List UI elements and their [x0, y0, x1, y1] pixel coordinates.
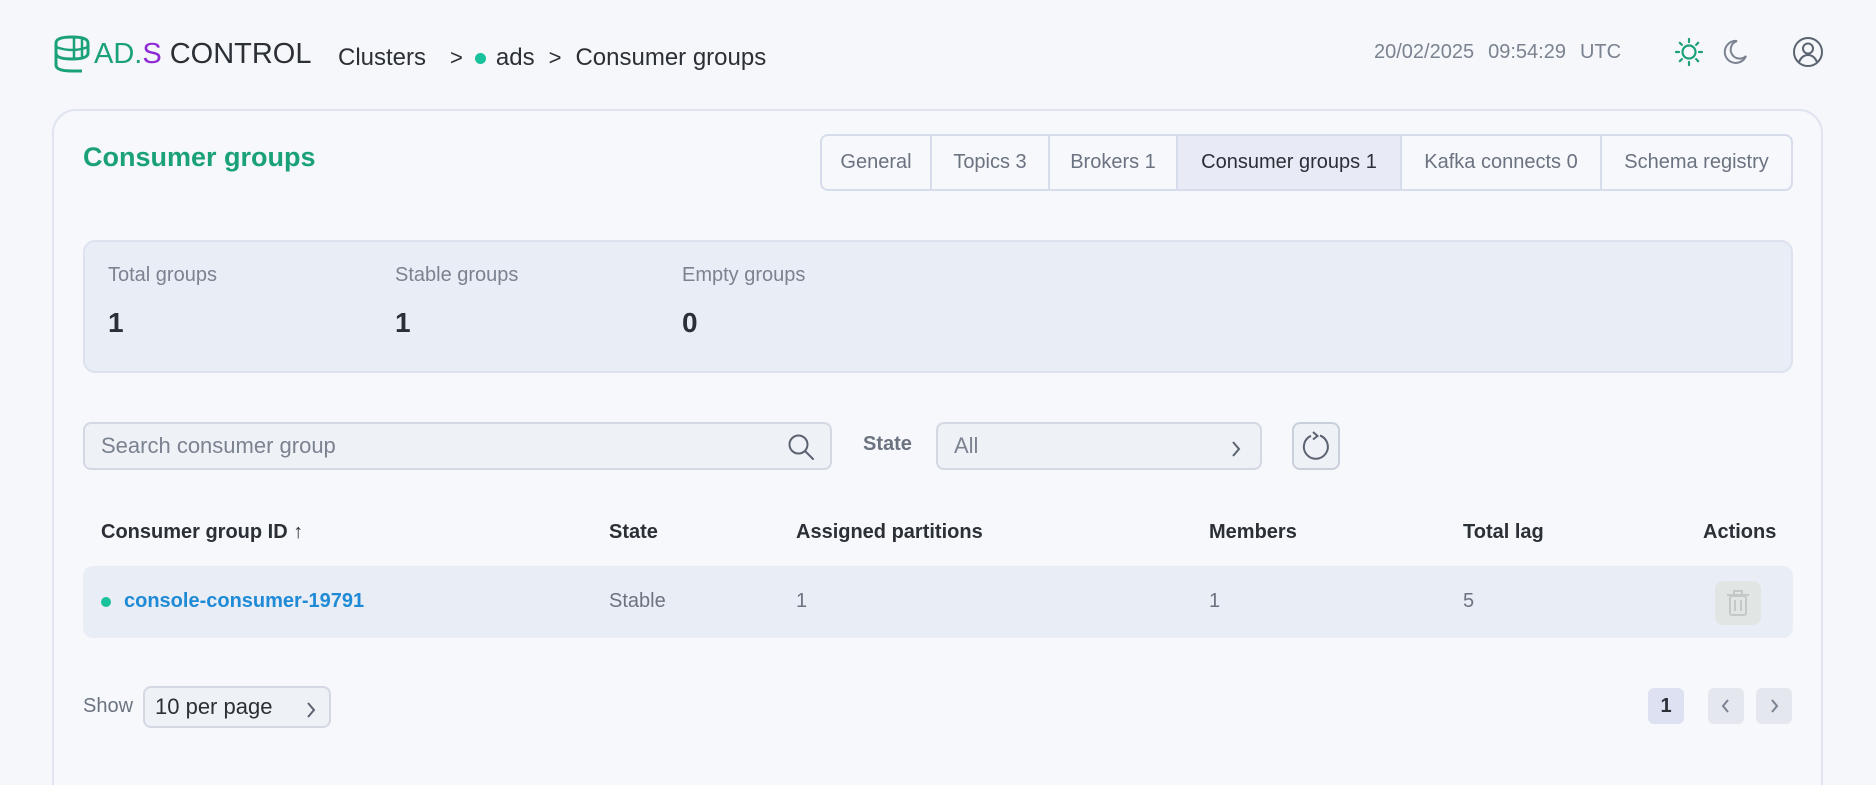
breadcrumb-clusters[interactable]: Clusters — [338, 44, 426, 72]
table-row[interactable]: console-consumer-19791 Stable 1 1 5 — [83, 566, 1793, 638]
stat-value: 1 — [108, 307, 124, 338]
cell-members: 1 — [1209, 590, 1221, 612]
page-title: Consumer groups — [83, 142, 316, 172]
stats-panel: Total groups 1 Stable groups 1 Empty gro… — [83, 240, 1793, 373]
stat-value: 0 — [682, 307, 698, 338]
column-header-total-lag[interactable]: Total lag — [1463, 521, 1544, 544]
app-logo[interactable]: AD.S CONTROL — [52, 34, 311, 74]
stat-label: Empty groups — [682, 264, 806, 286]
state-select[interactable]: All — [936, 422, 1262, 470]
chevron-left-icon — [1721, 699, 1729, 713]
per-page-value: 10 per page — [155, 694, 273, 719]
column-header-assigned-partitions[interactable]: Assigned partitions — [796, 521, 983, 544]
cluster-status-dot — [474, 52, 486, 64]
consumer-group-link[interactable]: console-consumer-19791 — [124, 590, 364, 613]
logo-s-text: S — [142, 38, 162, 70]
stat-value: 1 — [395, 307, 411, 338]
state-filter-label: State — [863, 433, 912, 455]
tab-topics[interactable]: Topics 3 — [932, 136, 1050, 189]
tab-brokers[interactable]: Brokers 1 — [1050, 136, 1178, 189]
tab-consumer-groups[interactable]: Consumer groups 1 — [1178, 136, 1402, 189]
stat-label: Total groups — [108, 264, 217, 286]
trash-icon — [1727, 590, 1749, 616]
time-text: 09:54:29 — [1488, 41, 1566, 63]
breadcrumb: Clusters > ads > Consumer groups — [338, 44, 766, 72]
breadcrumb-current: Consumer groups — [575, 44, 767, 71]
cluster-tabs: General Topics 3 Brokers 1 Consumer grou… — [820, 134, 1793, 191]
breadcrumb-cluster[interactable]: ads — [496, 44, 535, 72]
show-label: Show — [83, 695, 134, 717]
state-select-value: All — [954, 433, 979, 458]
page-number-button[interactable]: 1 — [1648, 688, 1684, 724]
sun-icon[interactable] — [1672, 35, 1706, 69]
user-icon[interactable] — [1791, 35, 1825, 69]
stat-total-groups: Total groups 1 — [108, 264, 217, 339]
cell-assigned-partitions: 1 — [796, 590, 808, 612]
delete-button[interactable] — [1715, 581, 1761, 625]
tab-kafka-connects[interactable]: Kafka connects 0 — [1402, 136, 1602, 189]
chevron-right-icon — [305, 699, 317, 725]
logo-ad-text: AD. — [94, 38, 143, 70]
search-input[interactable] — [101, 424, 761, 468]
per-page-select[interactable]: 10 per page — [143, 686, 331, 728]
column-header-id[interactable]: Consumer group ID ↑ — [101, 521, 303, 544]
top-header: AD.S CONTROL Clusters > ads > Consumer gr… — [0, 0, 1876, 108]
chevron-right-icon — [1230, 438, 1242, 464]
prev-page-button[interactable] — [1708, 688, 1744, 724]
breadcrumb-separator: > — [548, 45, 562, 70]
search-box — [83, 422, 832, 470]
logo-icon — [54, 35, 90, 73]
stat-stable-groups: Stable groups 1 — [395, 264, 518, 339]
datetime-display: 20/02/2025 09:54:29 UTC — [1374, 41, 1621, 64]
stat-empty-groups: Empty groups 0 — [682, 264, 805, 339]
moon-icon[interactable] — [1718, 35, 1752, 69]
column-header-members[interactable]: Members — [1209, 521, 1297, 544]
tab-schema-registry[interactable]: Schema registry — [1602, 136, 1791, 189]
refresh-button[interactable] — [1292, 422, 1340, 470]
date-text: 20/02/2025 — [1374, 41, 1475, 63]
timezone-text: UTC — [1579, 41, 1622, 63]
next-page-button[interactable] — [1756, 688, 1792, 724]
column-header-actions: Actions — [1703, 521, 1777, 543]
tab-general[interactable]: General — [822, 136, 932, 189]
refresh-icon — [1302, 431, 1329, 460]
search-icon[interactable] — [786, 432, 816, 467]
breadcrumb-separator: > — [450, 45, 463, 70]
cell-state: Stable — [609, 590, 666, 612]
chevron-right-icon — [1771, 699, 1779, 713]
logo-control-text: CONTROL — [169, 38, 312, 70]
status-dot — [101, 597, 111, 607]
cell-total-lag: 5 — [1463, 590, 1475, 612]
stat-label: Stable groups — [395, 264, 519, 286]
column-header-state[interactable]: State — [609, 521, 658, 544]
